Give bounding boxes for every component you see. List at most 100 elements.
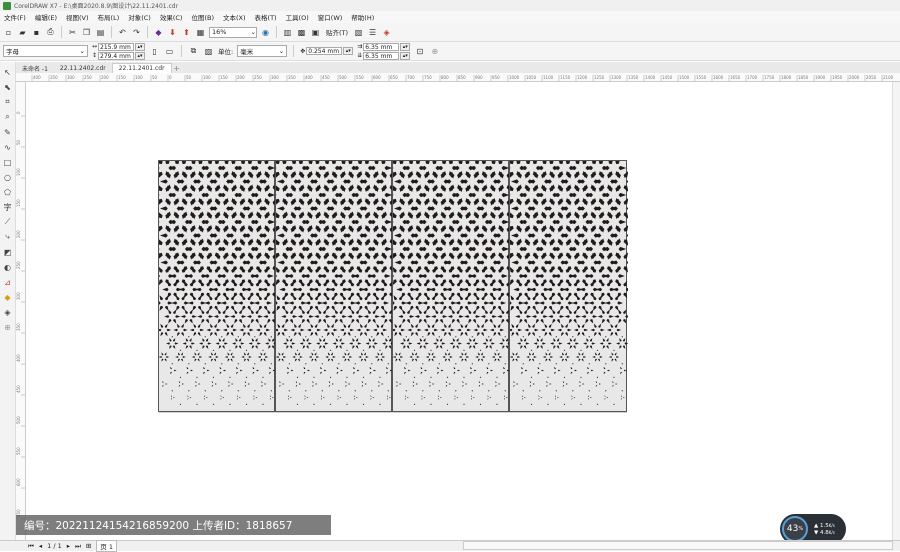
menu-edit[interactable]: 编辑(E) [35,12,57,22]
tab-22-11-2402[interactable]: 22.11.2402.cdr [54,63,112,73]
units-select[interactable]: 毫米⌄ [237,45,287,57]
next-page-icon[interactable]: ▸ [67,542,70,550]
height-spinner[interactable]: ▴▾ [135,52,145,60]
dup-x-spinner[interactable]: ▴▾ [400,43,410,51]
options-icon[interactable]: ▧ [353,27,364,38]
menu-window[interactable]: 窗口(W) [318,12,343,22]
horizontal-scrollbar[interactable] [463,541,893,550]
crop-tool-icon[interactable]: ⌗ [2,96,14,108]
all-pages-icon[interactable]: ⧉ [188,46,199,57]
new-document-icon[interactable]: ▫ [3,27,14,38]
page-height-input[interactable]: 279.4 mm [98,52,134,60]
page-tab[interactable]: 页 1 [96,540,117,552]
last-page-icon[interactable]: ⏭ [75,542,81,551]
snap-to-dropdown[interactable]: 贴齐(T) [324,27,350,37]
full-screen-icon[interactable]: ◉ [260,27,271,38]
tab-untitled[interactable]: 未命名 -1 [16,63,54,73]
perforation-petal [550,252,555,258]
transparency-tool-icon[interactable]: ◐ [2,261,14,273]
show-rulers-icon[interactable]: ▥ [282,27,293,38]
zoom-level-select[interactable]: 16%⌄ [209,27,257,38]
width-spinner[interactable]: ▴▾ [135,43,145,51]
current-page-icon[interactable]: ▨ [203,46,214,57]
perforation-dot [221,390,222,391]
drop-shadow-icon[interactable]: ◩ [2,246,14,258]
artistic-media-icon[interactable]: ∿ [2,141,14,153]
ellipse-tool-icon[interactable]: ○ [2,171,14,183]
new-tab-icon[interactable]: + [172,64,182,73]
menu-layout[interactable]: 布局(L) [98,12,120,22]
menu-help[interactable]: 帮助(H) [351,12,374,22]
color-styles-icon[interactable]: ◈ [381,27,392,38]
perforation-petal [174,184,179,191]
perforation-petal [356,319,359,323]
add-page-icon[interactable]: ⊞ [86,542,91,550]
duplicate-y-input[interactable]: 6.35 mm [363,52,399,60]
polygon-tool-icon[interactable]: ⬠ [2,186,14,198]
nudge-spinner[interactable]: ▴▾ [343,47,353,55]
panel-4[interactable] [509,160,627,412]
panel-2[interactable] [275,160,392,412]
search-content-icon[interactable]: ◆ [153,27,164,38]
vertical-ruler[interactable]: 050100150200250300350400450500550600650 [16,82,26,540]
perforation-petal [277,233,285,237]
pick-tool-icon[interactable]: ↖ [2,66,14,78]
freehand-tool-icon[interactable]: ✎ [2,126,14,138]
parallel-dimension-icon[interactable]: ⟋ [2,216,14,228]
print-icon[interactable]: ⎙ [45,27,56,38]
text-tool-icon[interactable]: 字 [2,201,14,213]
menu-object[interactable]: 对象(C) [128,12,151,22]
smart-fill-icon[interactable]: ◈ [2,306,14,318]
panel-1[interactable] [158,160,275,412]
first-page-icon[interactable]: ⏮ [28,542,34,551]
portrait-icon[interactable]: ▯ [149,46,160,57]
perforation-petal [238,301,244,304]
menu-tools[interactable]: 工具(O) [286,12,309,22]
page-width-input[interactable]: 215.9 mm [98,43,134,51]
copy-icon[interactable]: ❐ [81,27,92,38]
perforation-petal [211,359,213,362]
previous-page-icon[interactable]: ◂ [39,542,42,550]
menu-file[interactable]: 文件(F) [4,12,26,22]
nudge-distance-input[interactable]: 0.254 mm [306,47,342,55]
add-tool-icon[interactable]: ⊕ [2,321,14,333]
tab-22-11-2401[interactable]: 22.11.2401.cdr [112,63,172,73]
paste-icon[interactable]: ▤ [95,27,106,38]
cut-icon[interactable]: ✂ [67,27,78,38]
interactive-fill-icon[interactable]: ◆ [2,291,14,303]
duplicate-x-input[interactable]: 6.35 mm [363,43,399,51]
page-size-select[interactable]: 字母⌄ [3,45,88,57]
shape-tool-icon[interactable]: ⬉ [2,81,14,93]
import-icon[interactable]: ⬇ [167,27,178,38]
show-guidelines-icon[interactable]: ▣ [310,27,321,38]
open-folder-icon[interactable]: ▰ [17,27,28,38]
menu-view[interactable]: 视图(V) [66,12,89,22]
perforation-petal [165,359,167,362]
panel-3[interactable] [392,160,509,412]
menu-effects[interactable]: 效果(C) [160,12,183,22]
menu-table[interactable]: 表格(T) [255,12,277,22]
publish-pdf-icon[interactable]: ▦ [195,27,206,38]
export-icon[interactable]: ⬆ [181,27,192,38]
perforation-petal [203,367,205,369]
redo-icon[interactable]: ↷ [131,27,142,38]
save-icon[interactable]: ▪ [31,27,42,38]
application-launcher-icon[interactable]: ☰ [367,27,378,38]
horizontal-ruler[interactable]: 4003503002502001501005005010015020025030… [16,73,900,82]
add-icon[interactable]: ⊕ [429,46,440,57]
eyedropper-icon[interactable]: ⊿ [2,276,14,288]
zoom-tool-icon[interactable]: ⌕ [2,111,14,123]
vertical-scrollbar[interactable] [892,82,900,540]
quick-customize-icon[interactable]: ⊡ [414,46,425,57]
perforation-petal [406,301,412,304]
connector-tool-icon[interactable]: ⤷ [2,231,14,243]
dup-y-spinner[interactable]: ▴▾ [400,52,410,60]
rectangle-tool-icon[interactable]: □ [2,156,14,168]
menu-text[interactable]: 文本(X) [223,12,246,22]
drawing-canvas[interactable] [26,82,900,540]
show-grid-icon[interactable]: ▩ [296,27,307,38]
undo-icon[interactable]: ↶ [117,27,128,38]
menu-bitmaps[interactable]: 位图(B) [191,12,214,22]
perforation-petal [472,301,478,304]
landscape-icon[interactable]: ▭ [164,46,175,57]
